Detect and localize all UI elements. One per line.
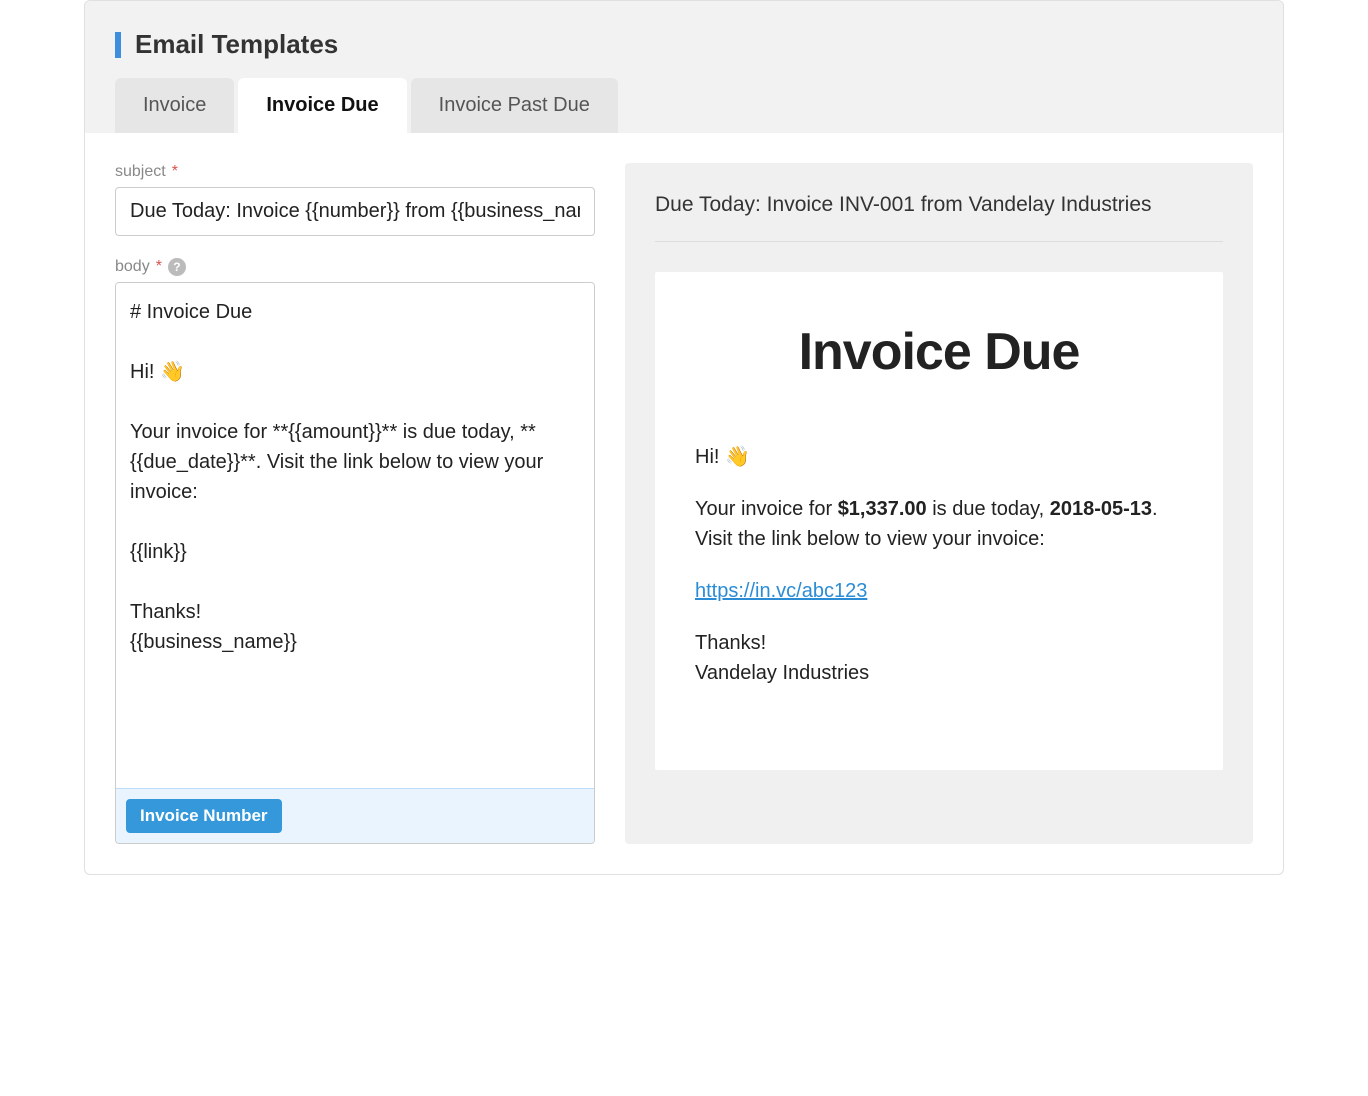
preview-column: Due Today: Invoice INV-001 from Vandelay…: [625, 163, 1253, 844]
preview-link[interactable]: https://in.vc/abc123: [695, 580, 867, 602]
preview-body: Hi! 👋 Your invoice for $1,337.00 is due …: [695, 442, 1183, 688]
tab-invoice[interactable]: Invoice: [115, 78, 234, 133]
body-label-text: body: [115, 258, 150, 276]
insert-invoice-number-chip[interactable]: Invoice Number: [126, 799, 282, 833]
content-area: subject * body * ? Invoice Number Due Toda…: [85, 133, 1283, 874]
body-required-marker: *: [156, 258, 162, 276]
preview-line1: Your invoice for $1,337.00 is due today,…: [695, 494, 1183, 554]
preview-line1-mid: is due today,: [927, 498, 1050, 520]
subject-required-marker: *: [172, 163, 178, 181]
body-textarea[interactable]: [116, 283, 594, 783]
page-title: Email Templates: [115, 29, 1253, 60]
preview-subject: Due Today: Invoice INV-001 from Vandelay…: [655, 193, 1223, 242]
page-title-text: Email Templates: [135, 29, 338, 60]
preview-card: Invoice Due Hi! 👋 Your invoice for $1,33…: [655, 272, 1223, 770]
preview-signoff: Thanks! Vandelay Industries: [695, 628, 1183, 688]
tab-invoice-past-due[interactable]: Invoice Past Due: [411, 78, 618, 133]
preview-business-name: Vandelay Industries: [695, 662, 869, 684]
preview-heading: Invoice Due: [695, 322, 1183, 382]
preview-line1-pre: Your invoice for: [695, 498, 838, 520]
preview-greeting: Hi! 👋: [695, 442, 1183, 472]
subject-label: subject *: [115, 163, 595, 181]
variable-toolbar: Invoice Number: [116, 788, 594, 843]
preview-thanks: Thanks!: [695, 632, 766, 654]
accent-bar-icon: [115, 32, 121, 58]
subject-label-text: subject: [115, 163, 166, 181]
body-editor: Invoice Number: [115, 282, 595, 844]
tab-invoice-due[interactable]: Invoice Due: [238, 78, 406, 133]
editor-column: subject * body * ? Invoice Number: [115, 163, 595, 844]
preview-link-line: https://in.vc/abc123: [695, 576, 1183, 606]
panel-header: Email Templates: [85, 1, 1283, 78]
template-tabs: Invoice Invoice Due Invoice Past Due: [85, 78, 1283, 133]
help-icon[interactable]: ?: [168, 258, 186, 276]
body-label: body * ?: [115, 258, 595, 276]
preview-amount: $1,337.00: [838, 498, 927, 520]
email-templates-panel: Email Templates Invoice Invoice Due Invo…: [84, 0, 1284, 875]
preview-due-date: 2018-05-13: [1050, 498, 1152, 520]
subject-input[interactable]: [115, 187, 595, 236]
